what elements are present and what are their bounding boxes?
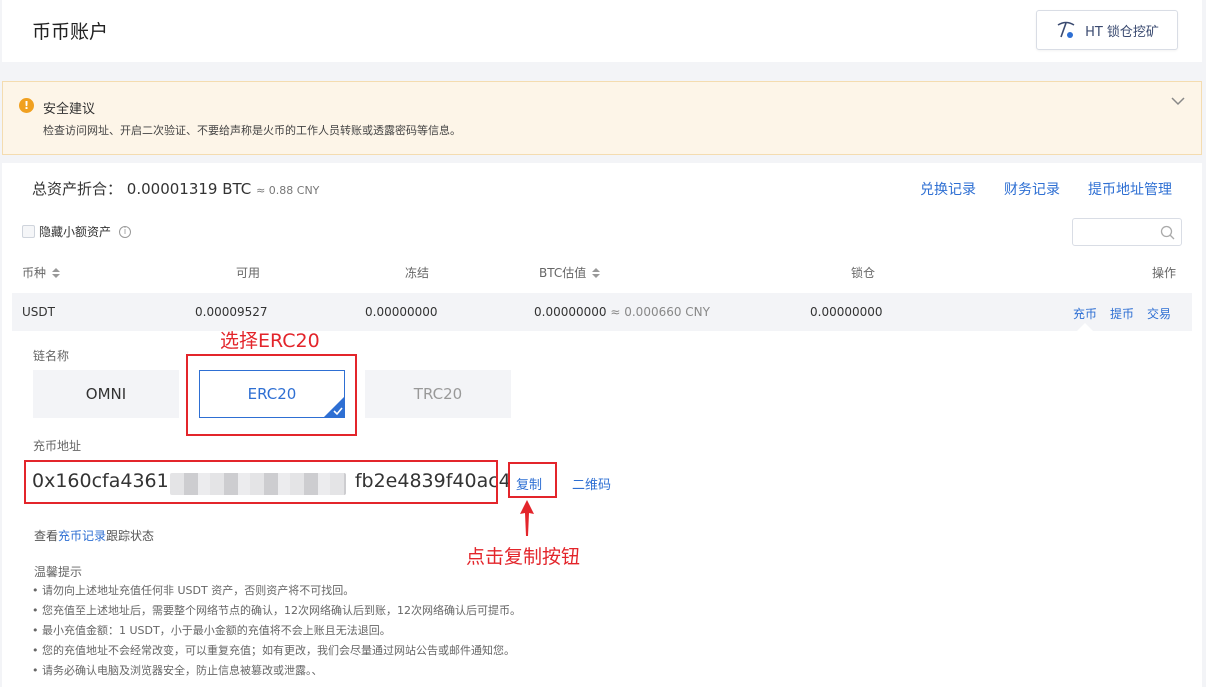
available-amount: 0.00009527 — [195, 305, 268, 319]
list-item: • 您的充值地址不会经常改变，可以重复充值；如有更改，我们会尽量通过网站公告或邮… — [32, 644, 515, 657]
table-row: USDT 0.00009527 0.00000000 0.00000000 ≈ … — [12, 293, 1192, 331]
list-item: • 最小充值金额：1 USDT，小于最小金额的充值将不会上账且无法退回。 — [32, 624, 391, 637]
annotation-select-erc20: 选择ERC20 — [220, 330, 320, 352]
info-icon[interactable]: i — [119, 225, 132, 238]
exchange-records-link[interactable]: 兑换记录 — [920, 179, 976, 199]
deposit-action[interactable]: 充币 — [1073, 305, 1097, 322]
track-status-text: 查看充币记录跟踪状态 — [34, 527, 154, 544]
track-prefix: 查看 — [34, 529, 59, 543]
chain-label: 链名称 — [33, 349, 70, 363]
hide-small-checkbox[interactable] — [22, 225, 35, 238]
hide-small-assets[interactable]: 隐藏小额资产 i — [22, 223, 132, 240]
total-assets-cny: ≈ 0.88 CNY — [256, 184, 320, 197]
list-item: • 请勿向上述地址充值任何非 USDT 资产，否则资产将不可找回。 — [32, 584, 355, 597]
btc-value-cny: ≈ 0.000660 CNY — [610, 305, 710, 319]
withdraw-action[interactable]: 提币 — [1110, 305, 1134, 322]
assets-panel: 总资产折合： 0.00001319 BTC ≈ 0.88 CNY 兑换记录 财务… — [2, 163, 1202, 687]
notice-title: 安全建议 — [43, 102, 96, 117]
sort-icon — [51, 268, 60, 278]
qr-code-button[interactable]: 二维码 — [572, 474, 611, 493]
tips-title: 温馨提示 — [34, 565, 83, 579]
warning-icon: ! — [19, 98, 34, 113]
column-header-frozen: 冻结 — [405, 266, 430, 280]
address-label: 充币地址 — [33, 439, 82, 453]
annotation-click-copy: 点击复制按钮 — [466, 546, 581, 568]
total-assets: 总资产折合： 0.00001319 BTC ≈ 0.88 CNY — [32, 178, 319, 199]
column-header-locked: 锁仓 — [851, 266, 876, 280]
tips-list: • 请勿向上述地址充值任何非 USDT 资产，否则资产将不可找回。 • 您充值至… — [32, 581, 521, 681]
pickaxe-icon — [1057, 21, 1075, 38]
column-header-btc-value[interactable]: BTC估值 — [539, 264, 601, 281]
annotation-box-chain — [186, 354, 357, 436]
ht-lock-mining-label: HT 锁仓挖矿 — [1085, 24, 1159, 40]
arrow-up-icon — [520, 500, 534, 536]
sort-icon — [592, 268, 601, 278]
total-assets-label: 总资产折合： — [32, 180, 123, 198]
trade-action[interactable]: 交易 — [1147, 305, 1171, 322]
btc-value: 0.00000000 ≈ 0.000660 CNY — [534, 305, 710, 319]
ht-lock-mining-button[interactable]: HT 锁仓挖矿 — [1036, 10, 1178, 50]
column-header-available: 可用 — [236, 266, 261, 280]
notice-text: 检查访问网址、开启二次验证、不要给声称是火币的工作人员转账或透露密码等信息。 — [43, 124, 461, 137]
chain-option-trc20[interactable]: TRC20 — [365, 370, 511, 418]
page-header: 币币账户 HT 锁仓挖矿 — [2, 0, 1202, 62]
deposit-records-link[interactable]: 充币记录 — [58, 529, 106, 543]
finance-records-link[interactable]: 财务记录 — [1004, 179, 1060, 199]
column-header-btc-value-label: BTC估值 — [539, 266, 587, 280]
hide-small-label: 隐藏小额资产 — [39, 225, 112, 239]
annotation-box-copy — [508, 462, 557, 498]
track-suffix: 跟踪状态 — [106, 529, 155, 543]
security-notice: ! 安全建议 检查访问网址、开启二次验证、不要给声称是火币的工作人员转账或透露密… — [2, 81, 1202, 155]
btc-value-amount: 0.00000000 — [534, 305, 607, 319]
list-item: • 请务必确认电脑及浏览器安全，防止信息被篡改或泄露。、 — [32, 664, 323, 677]
total-assets-btc: 0.00001319 BTC — [126, 180, 252, 198]
column-header-coin[interactable]: 币种 — [22, 264, 60, 281]
frozen-amount: 0.00000000 — [365, 305, 438, 319]
coin-name: USDT — [22, 305, 55, 319]
search-icon — [1160, 225, 1175, 240]
row-pointer — [1077, 323, 1093, 331]
locked-amount: 0.00000000 — [810, 305, 883, 319]
withdraw-address-link[interactable]: 提币地址管理 — [1088, 179, 1172, 199]
column-header-actions: 操作 — [1152, 266, 1177, 280]
annotation-box-address — [24, 460, 498, 504]
chain-option-omni[interactable]: OMNI — [33, 370, 179, 418]
list-item: • 您充值至上述地址后，需要整个网络节点的确认，12次网络确认后到账，12次网络… — [32, 604, 521, 617]
page-title: 币币账户 — [32, 21, 109, 43]
column-header-coin-label: 币种 — [22, 266, 47, 280]
search-input[interactable] — [1072, 218, 1182, 246]
chevron-down-icon[interactable] — [1169, 92, 1187, 110]
